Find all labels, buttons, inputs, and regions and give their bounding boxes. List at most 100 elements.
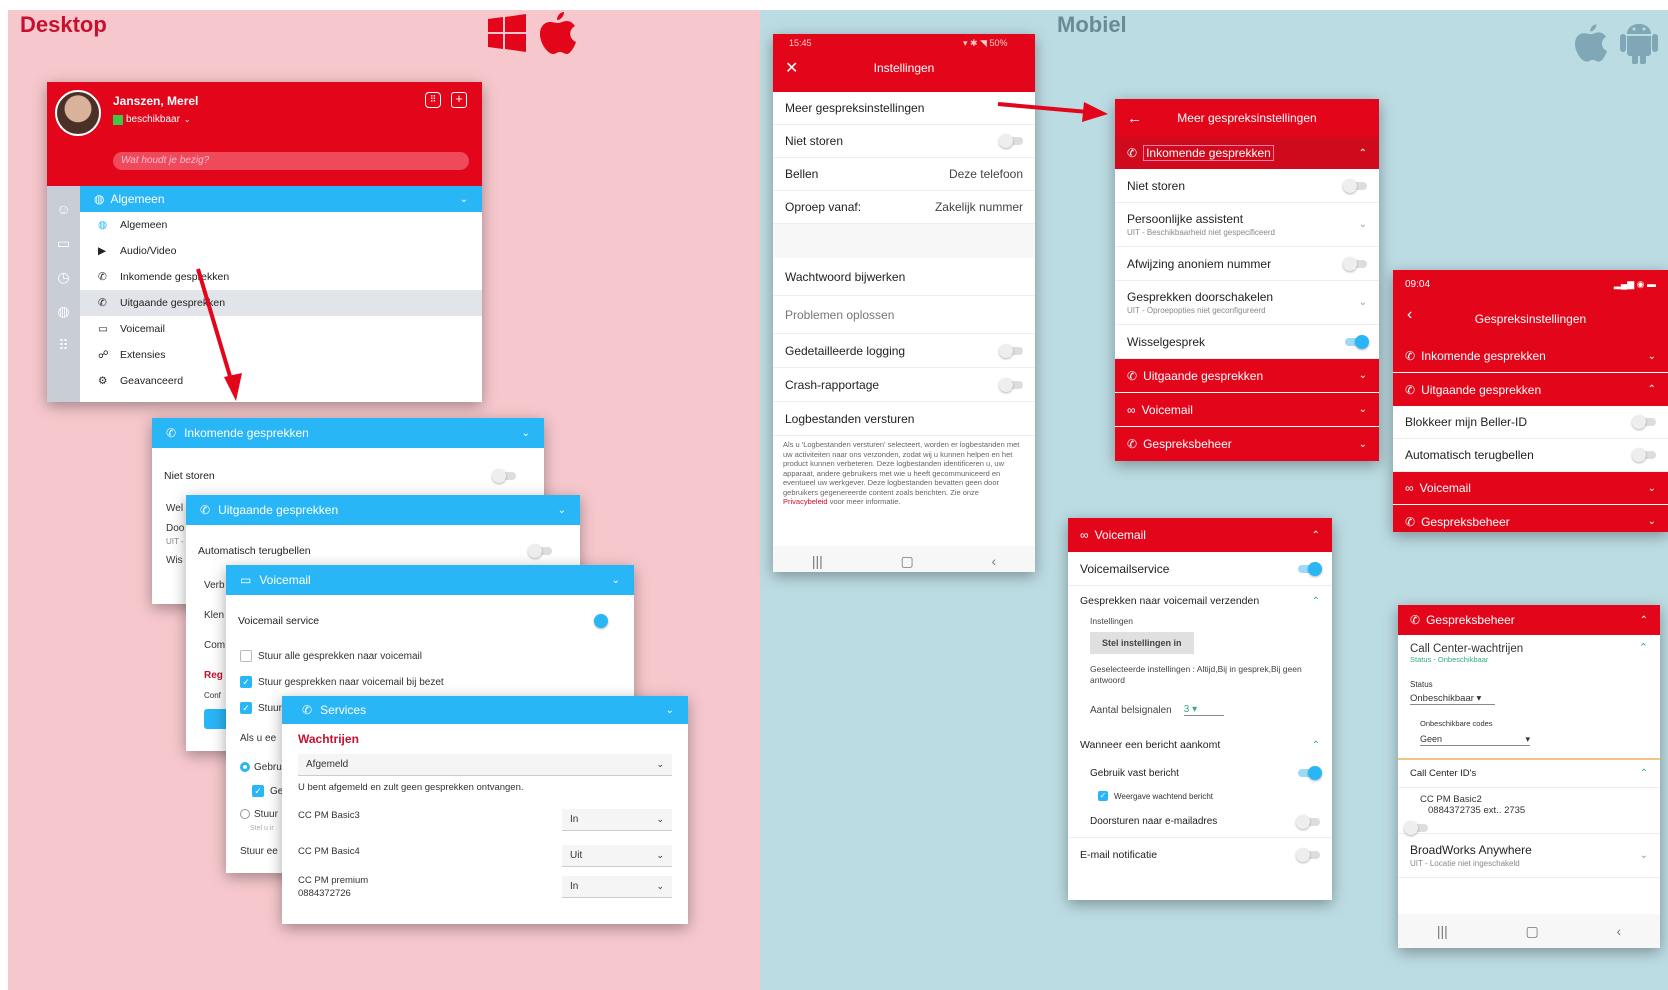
menu-item-extensies[interactable]: ☍ Extensies (80, 342, 482, 368)
row-crash[interactable]: Crash-rapportage (773, 368, 1035, 402)
queue-select[interactable]: Uit ⌄ (562, 845, 672, 867)
checkbox[interactable]: ✓ (240, 702, 252, 714)
vm-service-toggle[interactable] (1298, 561, 1322, 576)
forward-toggle[interactable] (1296, 814, 1320, 829)
auto-callback-toggle[interactable] (1632, 448, 1656, 462)
row-dnd[interactable]: Niet storen (1115, 169, 1379, 203)
dnd-toggle[interactable] (999, 134, 1023, 148)
menu-header[interactable]: ◍ Algemeen ⌄ (80, 186, 482, 212)
row-fixed-message[interactable]: Gebruik vast bericht (1068, 760, 1332, 786)
block-id-toggle[interactable] (1632, 415, 1656, 429)
rings-select[interactable]: 3 ▾ (1183, 704, 1224, 716)
row-anon[interactable]: Afwijzing anoniem nummer (1115, 247, 1379, 281)
row-broadworks[interactable]: BroadWorks Anywhere UIT - Locatie niet in… (1398, 834, 1660, 878)
checkbox[interactable] (240, 650, 252, 662)
crash-toggle[interactable] (999, 377, 1023, 392)
vm-option-all[interactable]: Stuur alle gesprekken naar voicemail (240, 643, 634, 669)
dialpad-icon[interactable]: ⠿ (425, 92, 441, 108)
row-send-logs[interactable]: Logbestanden versturen (773, 402, 1035, 436)
back-icon[interactable]: ‹ (991, 553, 996, 569)
row-waiting[interactable]: Wisselgesprek (1115, 325, 1379, 359)
row-password[interactable]: Wachtwoord bijwerken (773, 258, 1035, 296)
row-send-vm[interactable]: Gesprekken naar voicemail verzenden ⌃ (1068, 586, 1332, 616)
auto-callback-toggle[interactable] (528, 544, 552, 558)
voicemail-panel-header[interactable]: ▭ Voicemail ⌄ (226, 565, 634, 595)
menu-item-outgoing[interactable]: ✆ Uitgaande gesprekken (80, 290, 482, 316)
settings-row-dnd[interactable]: Niet storen (773, 125, 1035, 158)
status-select[interactable]: Onbeschikbaar ▾ (1410, 693, 1495, 705)
menu-item-geavanceerd[interactable]: ⚙ Geavanceerd (80, 368, 482, 394)
outgoing-section-header[interactable]: ✆ Uitgaande gesprekken ⌄ (1115, 359, 1379, 393)
row-troubleshoot[interactable]: Problemen oplossen (773, 296, 1035, 334)
row-auto-callback[interactable]: Automatisch terugbellen (1393, 439, 1668, 472)
callmgmt-section-header[interactable]: ✆ Gespreksbeheer ⌄ (1393, 505, 1668, 532)
codes-select[interactable]: Geen ▾ (1420, 734, 1530, 746)
vm-option-busy[interactable]: ✓ Stuur gesprekken naar voicemail bij bez… (240, 669, 634, 695)
settings-row-call[interactable]: Bellen Deze telefoon (773, 158, 1035, 191)
menu-item-audio-video[interactable]: ▶ Audio/Video (80, 238, 482, 264)
checkbox[interactable]: ✓ (1098, 791, 1108, 801)
row-cc-ids[interactable]: Call Center ID's ⌃ (1398, 760, 1660, 788)
menu-item-voicemail[interactable]: ▭ Voicemail (80, 316, 482, 342)
dnd-toggle[interactable] (1343, 178, 1367, 193)
dnd-toggle[interactable] (492, 469, 516, 483)
callmgmt-section-header[interactable]: ✆ Gespreksbeheer ⌄ (1115, 427, 1379, 461)
voicemail-section-header[interactable]: ∞ Voicemail ⌄ (1115, 393, 1379, 427)
waiting-toggle[interactable] (1345, 334, 1369, 349)
cc-title: Call Center-wachtrijen (1410, 643, 1524, 655)
outgoing-call-icon: ✆ (1127, 368, 1138, 383)
outgoing-section-header[interactable]: ✆ Uitgaande gesprekken ⌃ (1393, 373, 1668, 406)
callmgmt-header[interactable]: ✆ Gespreksbeheer ⌃ (1398, 605, 1660, 635)
queue-select[interactable]: In ⌄ (562, 876, 672, 898)
recent-apps-icon[interactable]: ||| (812, 553, 823, 569)
checkbox[interactable]: ✓ (252, 785, 264, 797)
recent-apps-icon[interactable]: ||| (1437, 923, 1448, 939)
voicemail-section-header[interactable]: ∞ Voicemail ⌄ (1393, 472, 1668, 505)
settings-row-from[interactable]: Oproep vanaf: Zakelijk nummer (773, 191, 1035, 224)
menu-item-algemeen[interactable]: ◍ Algemeen (80, 212, 482, 238)
incoming-section-header[interactable]: ✆ Inkomende gesprekken ⌃ (1115, 137, 1379, 169)
anon-toggle[interactable] (1343, 256, 1367, 271)
history-icon[interactable]: ◷ (47, 260, 80, 294)
voicemail-header[interactable]: ∞ Voicemail ⌃ (1068, 518, 1332, 552)
back-arrow-icon[interactable]: ← (1127, 110, 1142, 127)
menu-item-incoming[interactable]: ✆ Inkomende gesprekken (80, 264, 482, 290)
row-forward[interactable]: Gesprekken doorschakelen UIT - Oproepopti… (1115, 281, 1379, 325)
chat-icon[interactable]: ▭ (47, 226, 80, 260)
radio[interactable] (240, 809, 250, 819)
row-email-notify[interactable]: E-mail notificatie (1068, 838, 1332, 872)
globe-icon[interactable]: ◍ (47, 294, 80, 328)
row-assistant[interactable]: Persoonlijke assistent UIT - Beschikbaarh… (1115, 203, 1379, 247)
email-toggle[interactable] (1296, 848, 1320, 862)
home-icon[interactable]: ▢ (901, 553, 914, 570)
row-waiting-indicator[interactable]: ✓ Weergave wachtend bericht (1068, 786, 1332, 806)
avatar[interactable] (55, 90, 101, 136)
incoming-panel-header[interactable]: ✆ Inkomende gesprekken ⌄ (152, 418, 544, 448)
set-settings-button[interactable]: Stel instellingen in (1090, 632, 1194, 654)
queue-state-select[interactable]: Afgemeld ⌄ (298, 754, 672, 776)
radio[interactable] (240, 762, 250, 772)
checkbox[interactable]: ✓ (240, 676, 252, 688)
add-icon[interactable]: + (451, 92, 467, 108)
outgoing-panel-header[interactable]: ✆ Uitgaande gesprekken ⌄ (186, 495, 580, 525)
dialpad-rail-icon[interactable]: ⠿ (47, 328, 80, 362)
status-message-input[interactable]: Wat houdt je bezig? (113, 152, 469, 170)
vm-service-toggle[interactable] (584, 614, 608, 628)
incoming-section-header[interactable]: ✆ Inkomende gesprekken ⌄ (1393, 340, 1668, 373)
row-block-id[interactable]: Blokkeer mijn Beller-ID (1393, 406, 1668, 439)
fixed-toggle[interactable] (1298, 766, 1322, 780)
row-vm-service[interactable]: Voicemailservice (1068, 552, 1332, 586)
back-icon[interactable]: ‹ (1616, 923, 1621, 939)
row-logging[interactable]: Gedetailleerde logging (773, 334, 1035, 368)
queue-select[interactable]: In ⌄ (562, 809, 672, 831)
row-forward-email[interactable]: Doorsturen naar e-mailadres (1068, 806, 1332, 838)
chevron-up-icon[interactable]: ⌃ (1639, 641, 1648, 654)
logging-toggle[interactable] (999, 343, 1023, 358)
services-panel-header[interactable]: ✆ Services ⌄ (282, 696, 688, 724)
home-icon[interactable]: ▢ (1526, 923, 1539, 940)
cc-id-toggle[interactable] (1404, 821, 1428, 835)
status-dropdown[interactable]: beschikbaar ⌄ (113, 114, 191, 125)
row-when-message[interactable]: Wanneer een bericht aankomt ⌃ (1068, 730, 1332, 760)
contacts-icon[interactable]: ☺ (47, 192, 80, 226)
privacy-link[interactable]: Privacybeleid (783, 497, 828, 506)
